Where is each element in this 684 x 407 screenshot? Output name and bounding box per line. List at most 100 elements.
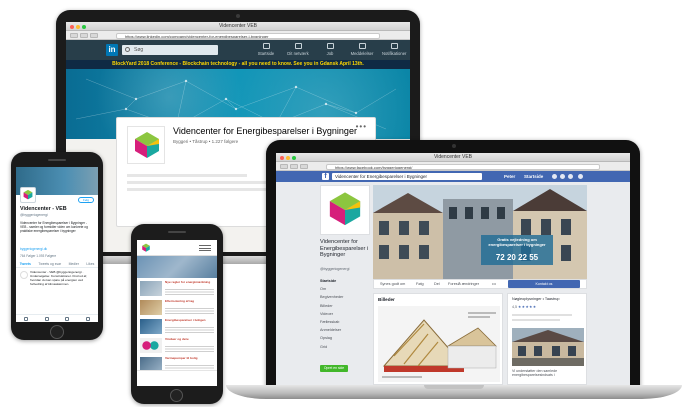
address-bar[interactable]: https://www.linkedin.com/company/vidence…	[116, 32, 380, 39]
tab-tweets-replies[interactable]: Tweets og svar	[38, 261, 61, 267]
veb-house-logo-icon[interactable]	[140, 242, 152, 254]
home-button[interactable]	[170, 389, 183, 402]
search-input[interactable]: Søg	[122, 45, 218, 55]
list-item[interactable]: Energibesparelser i boligen	[140, 318, 214, 336]
bell-icon[interactable]	[65, 316, 70, 321]
suggest-edits-button[interactable]: Foreslå ændringer	[448, 282, 479, 287]
page-profile-picture[interactable]	[320, 185, 370, 235]
linkedin-navbar: in Søg Startside Dit netværk Job Meddele…	[66, 40, 410, 60]
menu-item-posts[interactable]: Opslag	[320, 334, 374, 342]
search-icon[interactable]	[44, 316, 49, 321]
window-controls[interactable]	[70, 24, 86, 29]
hero-image[interactable]	[137, 256, 217, 278]
tab-likes[interactable]: Likes	[86, 261, 94, 267]
article-thumbnail	[140, 281, 162, 296]
browser-toolbar: https://www.linkedin.com/company/vidence…	[66, 31, 410, 40]
tab-tweets[interactable]: Tweets	[20, 261, 31, 267]
menu-item-events[interactable]: Begivenheder	[320, 293, 374, 301]
avatar[interactable]	[20, 187, 36, 203]
linkedin-nav-items: Startside Dit netværk Job Meddelelser No…	[254, 43, 406, 56]
article-excerpt	[165, 308, 214, 315]
laptop-camera	[236, 14, 240, 18]
article-title: Varmepumper til bolig	[165, 356, 198, 360]
search-placeholder: Søg	[134, 47, 144, 53]
info-image[interactable]	[512, 328, 584, 366]
nav-item-network[interactable]: Dit netværk	[286, 43, 310, 56]
veb-house-logo-icon	[135, 132, 159, 158]
create-page-button[interactable]: Opret en side	[320, 365, 348, 372]
follow-button[interactable]: Følg	[416, 282, 424, 287]
avatar	[20, 271, 28, 279]
list-item[interactable]: Efterisolering af tag	[140, 299, 214, 317]
window-controls[interactable]	[280, 155, 296, 160]
star-icon: ★★★★★	[518, 305, 537, 309]
info-panel: Nøgleoplysninger • Taastrup 4,5 ★★★★★ Vi…	[507, 293, 587, 385]
follow-button[interactable]: Følg	[78, 197, 94, 203]
article-thumbnail	[140, 338, 162, 353]
nav-home[interactable]: Startside	[524, 173, 543, 180]
help-icon[interactable]	[578, 174, 583, 179]
home-button[interactable]	[50, 325, 64, 339]
browser-nav-buttons[interactable]	[70, 33, 98, 38]
placeholder-line	[127, 174, 247, 177]
window-titlebar: Videncenter VEB	[276, 153, 630, 162]
menu-item-grid[interactable]: Grid	[320, 343, 374, 351]
menu-item-photos[interactable]: Billeder	[320, 302, 374, 310]
tab-media[interactable]: Medier	[69, 261, 79, 267]
profile-link[interactable]: byggeriogenergi.dk	[20, 247, 47, 251]
messenger-icon[interactable]	[560, 174, 565, 179]
promo-banner[interactable]: BlockYard 2018 Conference - Blockchain t…	[66, 60, 410, 69]
more-options-button[interactable]: •••	[356, 122, 367, 131]
linkedin-logo-icon[interactable]: in	[106, 44, 118, 56]
page-cover-image[interactable]: Gratis vejledning om energibesparelser i…	[373, 185, 587, 279]
page-rating: 4,5 ★★★★★	[512, 305, 537, 309]
building-photo	[512, 328, 584, 366]
profile-stats[interactable]: 764 Følger 1.093 Følgere	[20, 254, 56, 258]
menu-item-videos[interactable]: Videoer	[320, 310, 374, 318]
like-button[interactable]: Synes godt om	[380, 282, 405, 287]
menu-item-home[interactable]: Startside	[320, 277, 374, 285]
cover-phone-number: 72 20 22 55	[495, 253, 539, 262]
profile-tabs: Tweets Tweets og svar Medier Likes	[16, 261, 98, 268]
laptop-notch	[424, 385, 484, 389]
notifications-icon[interactable]	[568, 174, 573, 179]
network-icon	[294, 43, 302, 49]
company-meta: Byggeri • Tåstrup • 1.227 følgere	[173, 139, 239, 144]
bottom-tab-bar	[16, 314, 98, 322]
browser-nav-buttons[interactable]	[280, 164, 308, 169]
search-icon	[125, 47, 130, 52]
browser-toolbar: https://www.facebook.com/byggeriogenergi…	[276, 162, 630, 171]
nav-item-messages[interactable]: Meddelelser	[350, 43, 374, 56]
bell-icon	[390, 43, 398, 49]
page-sidebar: Videncenter for Energibesparelser i Bygn…	[320, 185, 372, 385]
article-title: Efterisolering af tag	[165, 299, 195, 303]
share-button[interactable]: Del	[434, 282, 440, 287]
search-input[interactable]: Videncenter for Energibesparelser i Bygn…	[332, 173, 482, 180]
menu-icon[interactable]	[199, 245, 211, 251]
page-menu: Startside Om Begivenheder Billeder Video…	[320, 277, 374, 351]
contact-button[interactable]: Kontakt os	[508, 280, 580, 288]
website-screen: Nye regler for energimærkning Efterisole…	[137, 240, 217, 386]
menu-item-community[interactable]: Fællesskab	[320, 318, 374, 326]
friends-icon[interactable]	[552, 174, 557, 179]
nav-user[interactable]: Peter	[504, 173, 515, 180]
mail-icon[interactable]	[85, 316, 90, 321]
window-title: Videncenter VEB	[219, 23, 257, 29]
address-bar[interactable]: https://www.facebook.com/byggeriogenergi…	[326, 163, 600, 170]
roof-diagram-image[interactable]	[378, 306, 500, 382]
placeholder-line	[127, 188, 277, 191]
menu-item-about[interactable]: Om	[320, 285, 374, 293]
facebook-logo-icon[interactable]: f	[322, 173, 329, 180]
facebook-navbar: f Videncenter for Energibesparelser i By…	[276, 171, 630, 182]
list-item[interactable]: Nye regler for energimærkning	[140, 280, 214, 298]
menu-item-reviews[interactable]: Anmeldelser	[320, 326, 374, 334]
home-icon[interactable]	[24, 316, 29, 321]
list-item[interactable]: Vinduer og døre	[140, 337, 214, 355]
more-options-button[interactable]: •••	[492, 282, 496, 287]
nav-item-notifications[interactable]: Notifikationer	[382, 43, 406, 56]
nav-item-jobs[interactable]: Job	[318, 43, 342, 56]
veb-house-logo-icon	[329, 192, 361, 226]
nav-item-home[interactable]: Startside	[254, 43, 278, 56]
cover-tagline: Gratis vejledning om energibesparelser i…	[488, 237, 546, 247]
window-title: Videncenter VEB	[434, 154, 472, 160]
